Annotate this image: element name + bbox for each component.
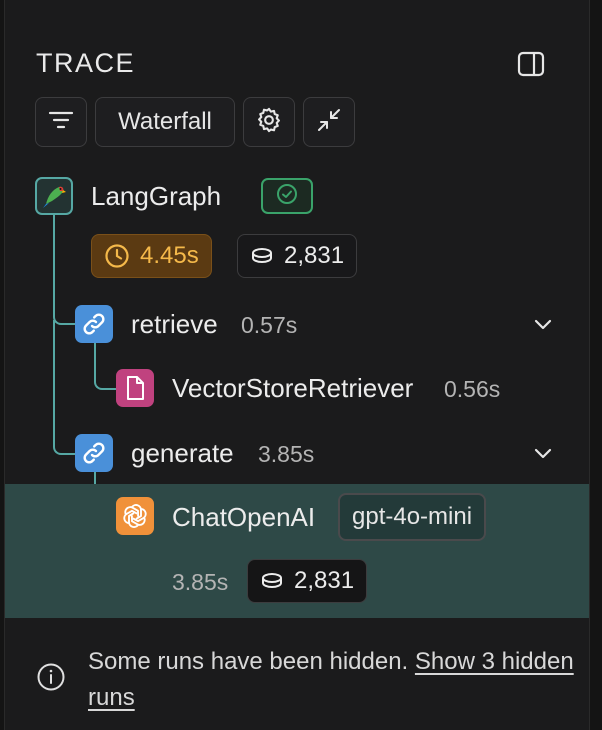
node-duration: 3.85s: [172, 569, 229, 595]
node-label-generate[interactable]: generate: [131, 438, 234, 469]
node-duration: 0.56s: [444, 376, 501, 402]
latency-badge: 4.45s: [91, 234, 212, 278]
check-circle-icon: [276, 183, 298, 210]
gear-icon: [255, 106, 283, 139]
tree-connector: [94, 343, 118, 390]
coins-icon: [260, 571, 284, 591]
collapse-button[interactable]: [303, 97, 355, 147]
hidden-runs-notice: Some runs have been hidden. Show 3 hidde…: [88, 644, 578, 716]
clock-icon: [104, 243, 130, 269]
node-label-chatopenai[interactable]: ChatOpenAI: [172, 502, 315, 533]
token-count: 2,831: [284, 242, 345, 269]
tree-connector: [53, 320, 77, 455]
link-icon: [75, 434, 113, 472]
token-count: 2,831: [294, 567, 355, 594]
waterfall-button[interactable]: Waterfall: [95, 97, 235, 147]
collapse-arrows-icon: [316, 107, 342, 138]
tree-connector: [53, 214, 77, 325]
node-label-vectorstoreretriever[interactable]: VectorStoreRetriever: [172, 373, 413, 404]
token-badge: 2,831: [247, 559, 368, 603]
token-badge: 2,831: [237, 234, 358, 278]
node-duration: 0.57s: [241, 312, 298, 338]
status-badge: [261, 178, 313, 214]
latency-value: 4.45s: [140, 242, 199, 269]
link-icon: [75, 305, 113, 343]
panel-title: TRACE: [36, 48, 136, 78]
document-icon: [116, 369, 154, 407]
coins-icon: [250, 246, 274, 266]
filter-icon: [48, 109, 74, 136]
node-label-langgraph[interactable]: LangGraph: [91, 181, 221, 212]
info-icon: [36, 662, 66, 697]
trace-panel: TRACE Waterfall LangGraph 4.45s 2,831 re…: [4, 0, 590, 730]
chevron-down-icon[interactable]: [531, 312, 555, 336]
model-badge: gpt-4o-mini: [338, 493, 487, 541]
settings-button[interactable]: [243, 97, 295, 147]
node-label-retrieve[interactable]: retrieve: [131, 309, 218, 340]
openai-icon: [116, 497, 154, 535]
parrot-icon: [35, 177, 73, 215]
filter-button[interactable]: [35, 97, 87, 147]
node-duration: 3.85s: [258, 441, 315, 467]
panel-toggle-icon[interactable]: [517, 50, 545, 78]
chevron-down-icon[interactable]: [531, 441, 555, 465]
hidden-runs-text: Some runs have been hidden.: [88, 648, 409, 675]
